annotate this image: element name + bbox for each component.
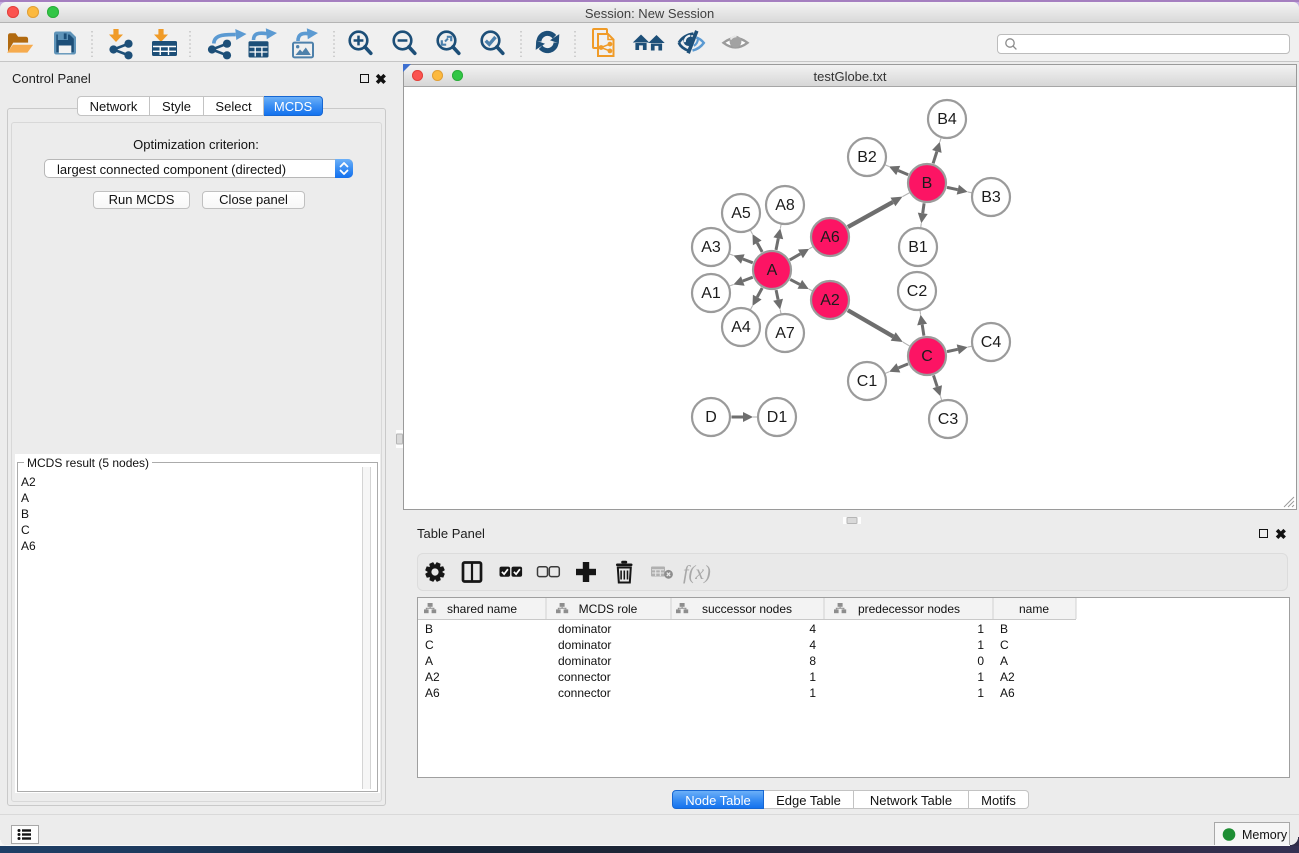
svg-text:A2: A2: [425, 670, 440, 684]
svg-text:A6: A6: [820, 229, 840, 246]
svg-text:f(x): f(x): [683, 562, 711, 584]
svg-text:4: 4: [809, 622, 816, 636]
svg-text:1: 1: [809, 670, 816, 684]
svg-text:C: C: [425, 638, 434, 652]
svg-text:0: 0: [977, 654, 984, 668]
svg-text:B: B: [1000, 622, 1008, 636]
svg-text:A8: A8: [775, 197, 795, 214]
svg-text:1: 1: [977, 638, 984, 652]
svg-text:B: B: [425, 622, 433, 636]
svg-text:A5: A5: [731, 205, 751, 222]
svg-text:1: 1: [809, 686, 816, 700]
svg-text:predecessor nodes: predecessor nodes: [858, 602, 960, 616]
svg-text:D1: D1: [767, 409, 788, 426]
svg-text:A: A: [425, 654, 433, 668]
svg-text:D: D: [705, 409, 717, 426]
svg-text:successor nodes: successor nodes: [702, 602, 792, 616]
svg-text:A: A: [1000, 654, 1008, 668]
svg-text:A4: A4: [731, 319, 751, 336]
svg-text:MCDS role: MCDS role: [579, 602, 638, 616]
svg-text:8: 8: [809, 654, 816, 668]
svg-text:1: 1: [977, 686, 984, 700]
svg-text:dominator: dominator: [558, 622, 611, 636]
svg-text:A6: A6: [425, 686, 440, 700]
svg-text:A2: A2: [820, 292, 840, 309]
svg-text:B4: B4: [937, 111, 957, 128]
svg-text:C1: C1: [857, 373, 878, 390]
svg-text:shared name: shared name: [447, 602, 517, 616]
svg-text:A: A: [767, 262, 778, 279]
svg-text:name: name: [1019, 602, 1049, 616]
svg-text:A2: A2: [1000, 670, 1015, 684]
svg-text:4: 4: [809, 638, 816, 652]
svg-text:1: 1: [977, 670, 984, 684]
svg-text:dominator: dominator: [558, 638, 611, 652]
svg-text:Memory: Memory: [1242, 828, 1288, 842]
svg-text:A1: A1: [701, 285, 721, 302]
svg-text:C2: C2: [907, 283, 928, 300]
svg-text:dominator: dominator: [558, 654, 611, 668]
svg-text:B2: B2: [857, 149, 877, 166]
svg-text:A6: A6: [1000, 686, 1015, 700]
svg-text:C3: C3: [938, 411, 959, 428]
svg-text:A3: A3: [701, 239, 721, 256]
svg-text:B3: B3: [981, 189, 1001, 206]
svg-text:B1: B1: [908, 239, 928, 256]
svg-text:connector: connector: [558, 686, 611, 700]
svg-text:C: C: [921, 348, 933, 365]
svg-text:1: 1: [977, 622, 984, 636]
svg-text:C4: C4: [981, 334, 1002, 351]
svg-text:A7: A7: [775, 325, 795, 342]
svg-text:C: C: [1000, 638, 1009, 652]
svg-text:B: B: [922, 175, 933, 192]
svg-text:connector: connector: [558, 670, 611, 684]
